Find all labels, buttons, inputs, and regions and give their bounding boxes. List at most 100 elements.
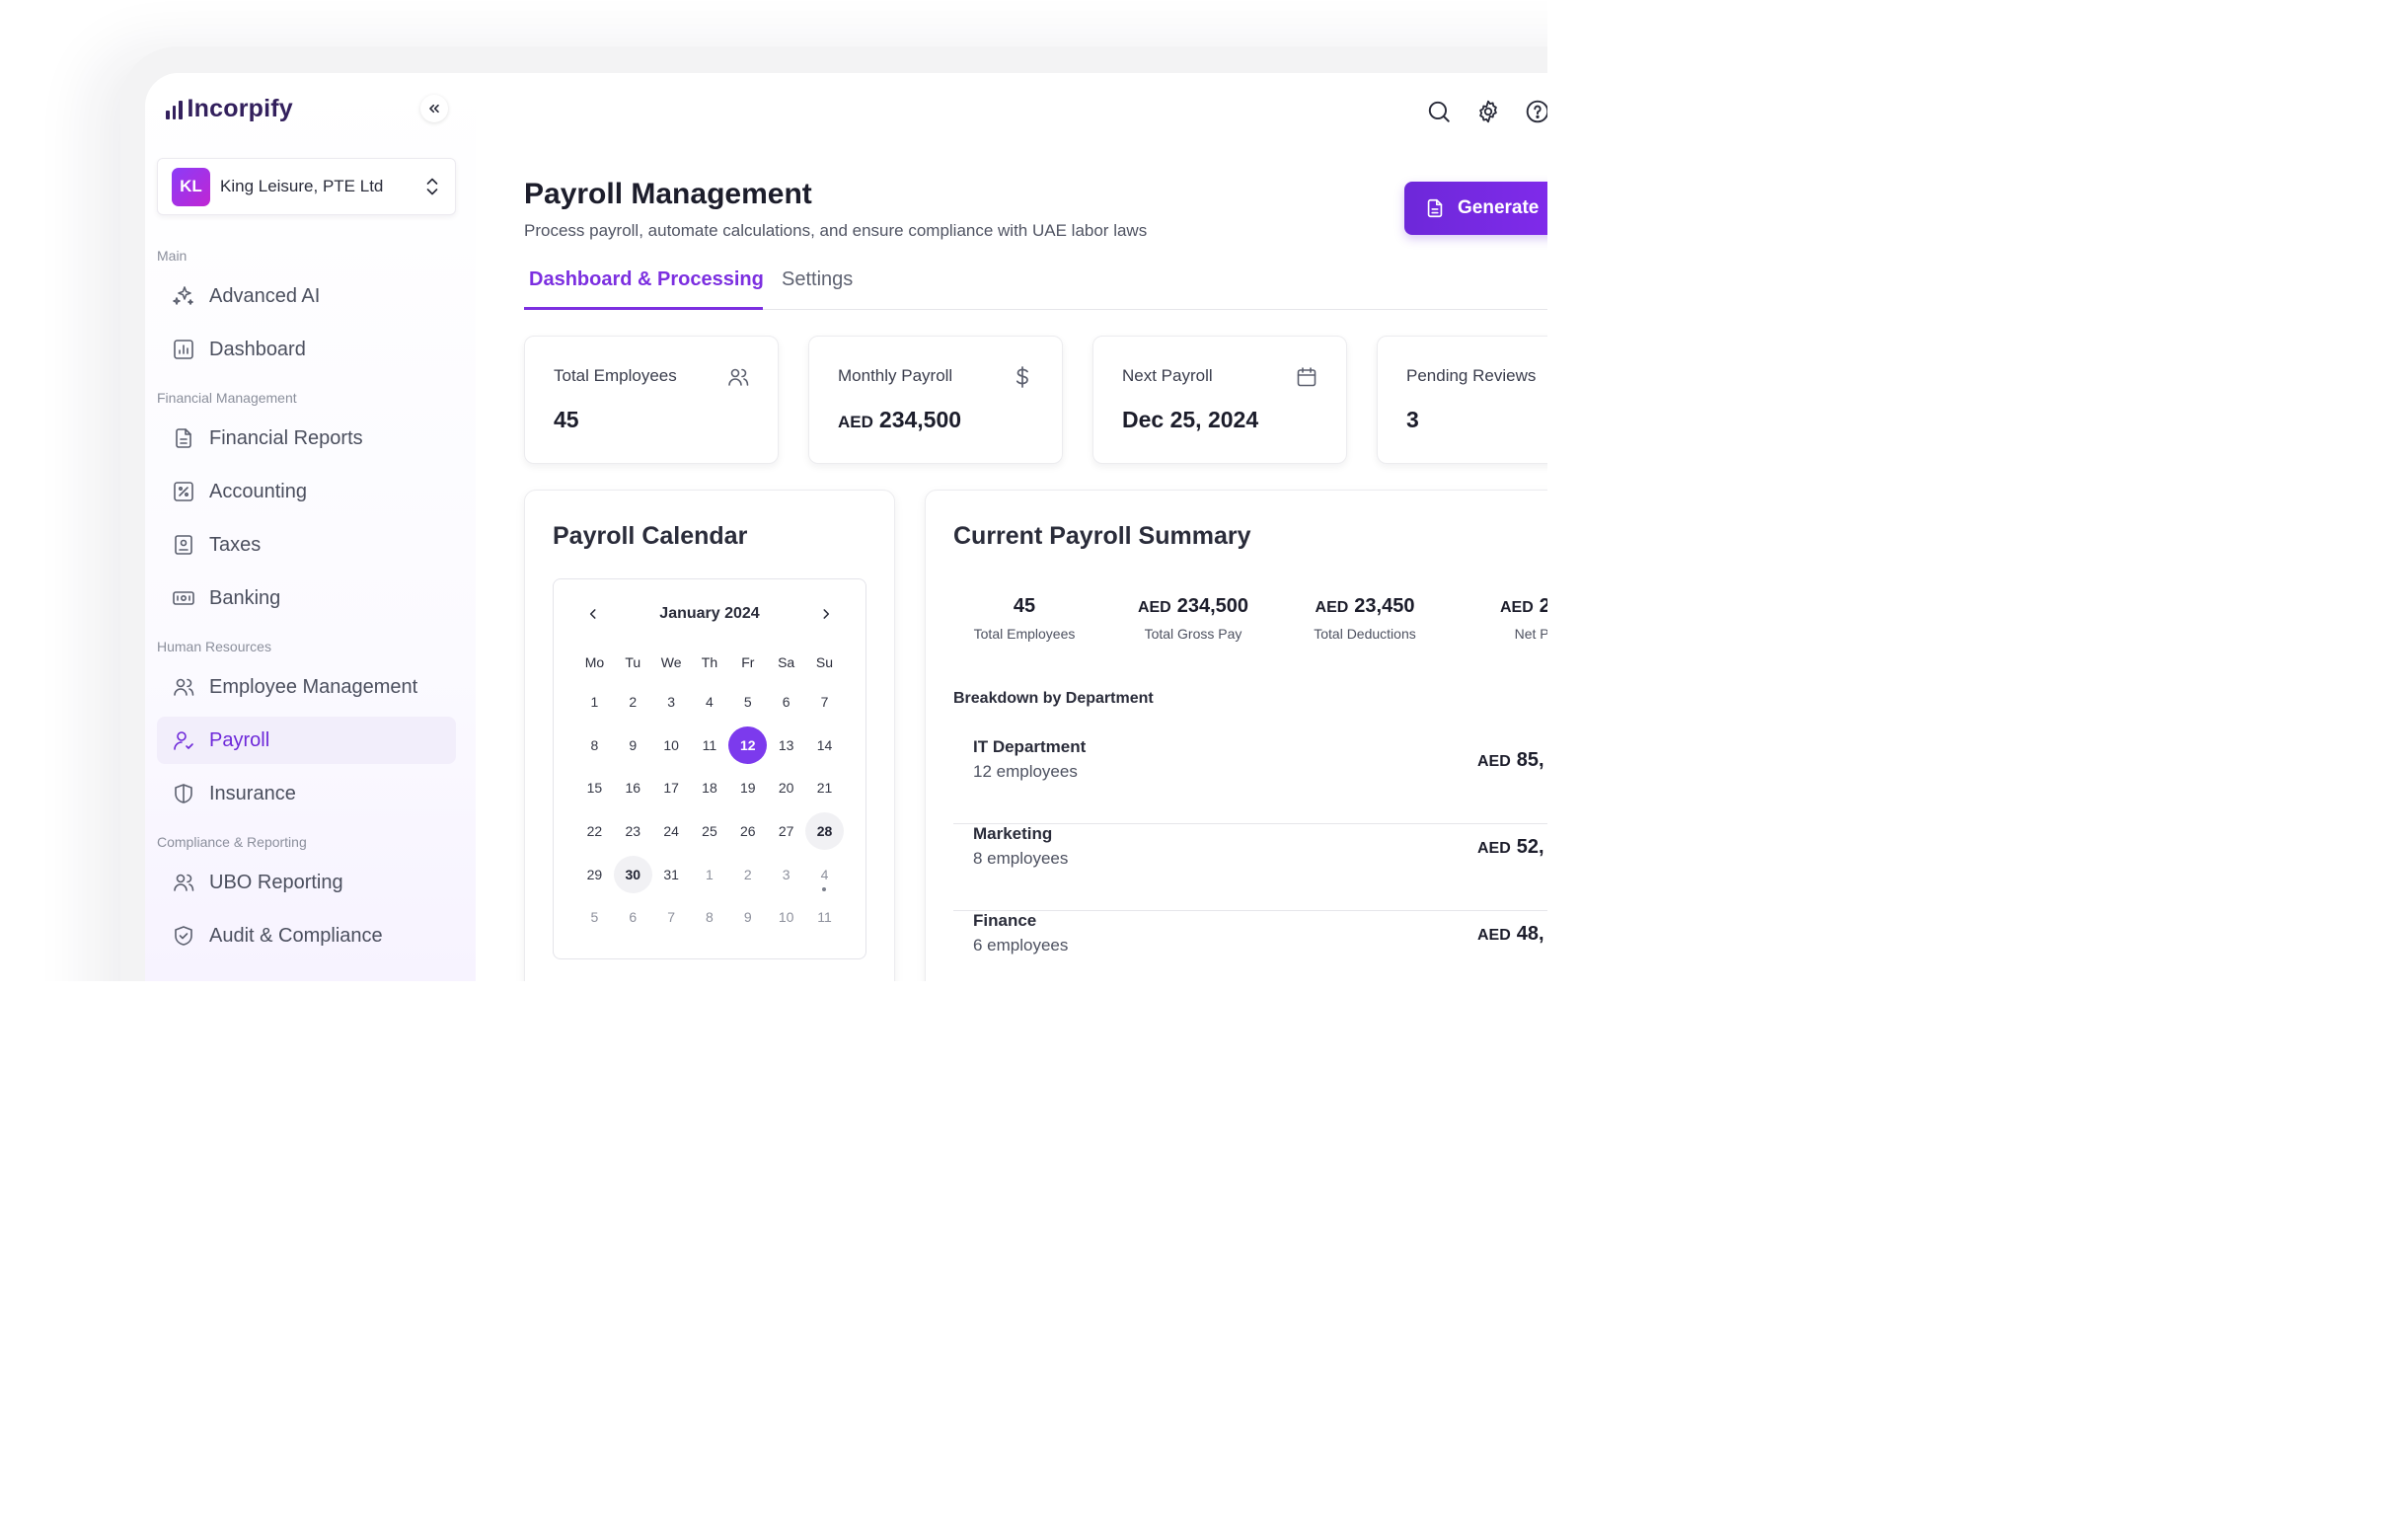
calendar-day[interactable]: 12: [728, 725, 768, 764]
summary-value: 45: [1013, 595, 1036, 617]
generate-button[interactable]: Generate: [1404, 182, 1547, 235]
calendar-day[interactable]: 30: [613, 855, 652, 893]
weekday-label: Th: [701, 654, 718, 670]
calendar-day[interactable]: 19: [728, 769, 767, 806]
calendar-day[interactable]: 24: [652, 812, 691, 850]
calendar-day[interactable]: 10: [767, 898, 805, 936]
calendar-day[interactable]: 3: [652, 683, 691, 721]
summary-amount: 234,500: [1176, 595, 1249, 617]
calendar-day[interactable]: 5: [575, 898, 614, 936]
calendar-day[interactable]: 9: [614, 726, 652, 764]
calendar-day[interactable]: 20: [767, 769, 805, 806]
calendar-day[interactable]: 16: [614, 769, 652, 806]
currency-label: AED: [1137, 599, 1171, 616]
sidebar-item-label: Insurance: [209, 782, 296, 804]
sidebar-item-advanced-ai[interactable]: Advanced AI: [157, 272, 456, 320]
calendar-day[interactable]: 18: [691, 769, 729, 806]
gear-icon: [1479, 100, 1497, 123]
sidebar-item-label: Advanced AI: [209, 284, 321, 307]
calendar-day[interactable]: 17: [652, 769, 691, 806]
page-subtitle: Process payroll, automate calculations, …: [524, 221, 1148, 240]
department-row[interactable]: IT Department 12 employees AED 85,: [953, 737, 1547, 824]
sidebar-item-accounting[interactable]: Accounting: [157, 468, 456, 515]
sidebar-item-banking[interactable]: Banking: [157, 574, 456, 622]
calendar-day[interactable]: 7: [652, 898, 691, 936]
sidebar-item-label: Taxes: [209, 533, 262, 556]
calendar-day[interactable]: 1: [575, 683, 614, 721]
banknote-icon: [173, 591, 194, 605]
company-switcher[interactable]: KL King Leisure, PTE Ltd: [157, 158, 456, 215]
calendar-day[interactable]: 4: [805, 856, 844, 893]
calendar-day[interactable]: 6: [614, 898, 652, 936]
department-row[interactable]: Marketing 8 employees AED 52,: [953, 824, 1547, 911]
calendar-day[interactable]: 26: [728, 812, 767, 850]
weekday-label: Su: [815, 654, 834, 670]
generate-label: Generate: [1458, 197, 1540, 218]
sidebar-item-employee-management[interactable]: Employee Management: [157, 663, 456, 711]
stat-card-pending-reviews: Pending Reviews 3: [1377, 336, 1547, 464]
tab-settings[interactable]: Settings: [782, 268, 853, 291]
department-row[interactable]: Finance 6 employees AED 48,: [953, 911, 1547, 981]
calendar-day[interactable]: 27: [767, 812, 805, 850]
panel-title: Payroll Calendar: [553, 522, 748, 550]
summary-value: AED 234,500: [1129, 595, 1257, 618]
calendar-day[interactable]: 9: [728, 898, 767, 936]
calendar-day[interactable]: 10: [652, 726, 691, 764]
calendar-day[interactable]: 21: [805, 769, 844, 806]
calendar-day[interactable]: 29: [575, 856, 614, 893]
next-month-button[interactable]: [816, 604, 836, 624]
calendar-day[interactable]: 25: [691, 812, 729, 850]
calendar-day[interactable]: 5: [728, 683, 767, 721]
calendar-day[interactable]: 22: [575, 812, 614, 850]
calendar-day[interactable]: 23: [614, 812, 652, 850]
stage: Incorpify KL King Leisure, PTE Ltd Main …: [0, 0, 1547, 981]
receipt-icon: [175, 535, 192, 555]
weekday-label: Tu: [625, 654, 641, 670]
sidebar-item-audit-compliance[interactable]: Audit & Compliance: [157, 912, 456, 959]
stat-label: Monthly Payroll: [838, 366, 953, 385]
calendar-day[interactable]: 14: [805, 726, 844, 764]
summary-label: Total Employees: [973, 626, 1076, 642]
active-tab-indicator: [524, 307, 763, 310]
stat-value: 45: [554, 407, 579, 432]
calendar-day[interactable]: 6: [767, 683, 805, 721]
calendar-day[interactable]: 1: [691, 856, 729, 893]
summary-stat-total-employees: 45 Total Employees: [967, 595, 1082, 642]
help-button[interactable]: [1525, 99, 1547, 124]
calendar-day[interactable]: 8: [691, 898, 729, 936]
calendar-day[interactable]: 2: [728, 856, 767, 893]
sparkle-icon: [173, 286, 193, 305]
page-title: Payroll Management: [524, 178, 812, 210]
sidebar-item-taxes[interactable]: Taxes: [157, 521, 456, 569]
collapse-sidebar-button[interactable]: [420, 95, 448, 122]
sidebar-item-ubo-reporting[interactable]: UBO Reporting: [157, 859, 456, 906]
stat-value: Dec 25, 2024: [1122, 407, 1259, 432]
calendar-day[interactable]: 13: [767, 726, 805, 764]
calendar-day[interactable]: 11: [805, 898, 844, 936]
calendar-day[interactable]: 4: [691, 683, 729, 721]
calendar-day[interactable]: 8: [575, 726, 614, 764]
sidebar-item-dashboard[interactable]: Dashboard: [157, 326, 456, 373]
calendar-day[interactable]: 28: [805, 811, 844, 850]
stat-value: AED 234,500: [838, 407, 961, 433]
calendar-day[interactable]: 15: [575, 769, 614, 806]
sidebar-item-label: Audit & Compliance: [209, 924, 383, 947]
sidebar-item-payroll[interactable]: Payroll: [157, 717, 456, 764]
summary-stat-deductions: AED 23,450 Total Deductions: [1305, 595, 1425, 642]
document-icon: [176, 428, 191, 448]
sidebar-item-financial-reports[interactable]: Financial Reports: [157, 415, 456, 462]
department-count: 8 employees: [973, 849, 1069, 868]
calendar-day[interactable]: 31: [652, 856, 691, 893]
calendar-day[interactable]: 7: [805, 683, 844, 721]
calendar-day[interactable]: 2: [614, 683, 652, 721]
calendar-day[interactable]: 11: [691, 726, 729, 764]
currency-label: AED: [838, 413, 873, 431]
sidebar-item-insurance[interactable]: Insurance: [157, 770, 456, 817]
amount-value: 52,: [1516, 836, 1544, 858]
tab-dashboard-processing[interactable]: Dashboard & Processing: [529, 268, 764, 291]
settings-button[interactable]: [1475, 99, 1501, 124]
breakdown-heading: Breakdown by Department: [953, 690, 1154, 707]
calendar-day[interactable]: 3: [767, 856, 805, 893]
search-button[interactable]: [1426, 99, 1452, 124]
weekday-label: Fr: [741, 654, 755, 670]
